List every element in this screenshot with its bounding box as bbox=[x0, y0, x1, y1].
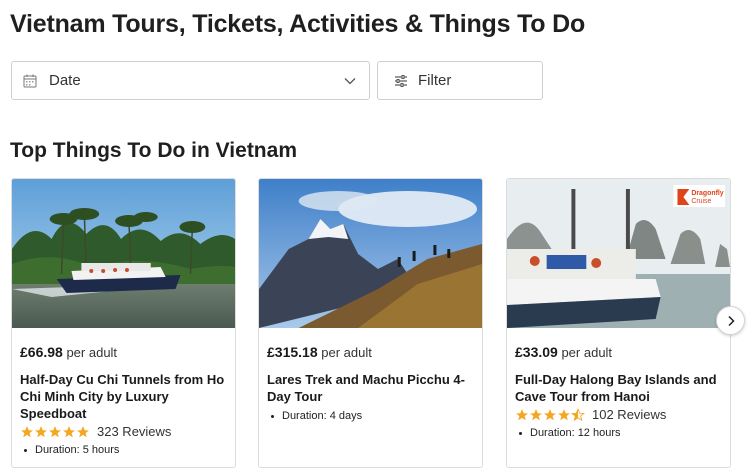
price-row: £33.09 per adult bbox=[515, 344, 722, 360]
duration-text: Duration: 4 days bbox=[282, 410, 363, 422]
rating-stars bbox=[20, 425, 90, 439]
tour-title[interactable]: Lares Trek and Machu Picchu 4-Day Tour bbox=[267, 371, 474, 405]
price-row: £66.98 per adult bbox=[20, 344, 227, 360]
bullet bbox=[271, 414, 274, 418]
duration-text: Duration: 12 hours bbox=[530, 427, 621, 439]
rating-stars bbox=[515, 407, 585, 422]
price-unit: per adult bbox=[321, 345, 372, 360]
star-icon bbox=[49, 425, 61, 437]
bullet bbox=[24, 448, 27, 452]
logo-text: Dragonfly bbox=[691, 190, 723, 197]
duration-row: Duration: 5 hours bbox=[20, 444, 227, 456]
review-count[interactable]: 323 Reviews bbox=[97, 424, 171, 439]
date-label: Date bbox=[49, 72, 81, 89]
chevron-right-icon bbox=[727, 315, 735, 326]
tour-image-cruise-boat: Dragonfly Cruise bbox=[507, 179, 730, 328]
half-star-icon bbox=[571, 407, 585, 421]
star-icon bbox=[544, 408, 556, 420]
price-amount: £315.18 bbox=[267, 344, 318, 360]
logo-text: Cruise bbox=[691, 198, 711, 205]
star-icon bbox=[558, 408, 570, 420]
star-icon bbox=[530, 408, 542, 420]
section-title: Top Things To Do in Vietnam bbox=[10, 139, 297, 162]
date-selector[interactable]: Date bbox=[11, 61, 370, 100]
star-icon bbox=[21, 425, 33, 437]
rating-row: 323 Reviews bbox=[20, 424, 227, 439]
tour-card-lares-trek[interactable]: £315.18 per adult Lares Trek and Machu P… bbox=[258, 178, 483, 468]
carousel-next-button[interactable] bbox=[716, 306, 745, 335]
tour-title[interactable]: Full-Day Halong Bay Islands and Cave Tou… bbox=[515, 371, 722, 405]
price-row: £315.18 per adult bbox=[267, 344, 474, 360]
star-icon bbox=[63, 425, 75, 437]
price-amount: £33.09 bbox=[515, 344, 558, 360]
bullet bbox=[519, 431, 522, 435]
sliders-icon bbox=[395, 74, 407, 87]
filter-button[interactable]: Filter bbox=[377, 61, 543, 100]
star-icon bbox=[35, 425, 47, 437]
price-unit: per adult bbox=[66, 345, 118, 360]
filter-label: Filter bbox=[418, 72, 452, 89]
chevron-down-icon bbox=[344, 78, 356, 85]
price-unit: per adult bbox=[561, 345, 613, 360]
page-title: Vietnam Tours, Tickets, Activities & Thi… bbox=[10, 10, 586, 38]
tour-image-mountains bbox=[259, 179, 482, 328]
review-count[interactable]: 102 Reviews bbox=[592, 407, 666, 422]
tour-title[interactable]: Half-Day Cu Chi Tunnels from Ho Chi Minh… bbox=[20, 371, 227, 422]
price-amount: £66.98 bbox=[20, 344, 63, 360]
rating-row: 102 Reviews bbox=[515, 407, 722, 422]
tour-card-halong-bay[interactable]: Dragonfly Cruise £33.09 per adult Full-D… bbox=[506, 178, 731, 468]
calendar-icon bbox=[23, 74, 37, 87]
tour-image-speedboat bbox=[12, 179, 235, 328]
tour-card-cu-chi[interactable]: £66.98 per adult Half-Day Cu Chi Tunnels… bbox=[11, 178, 236, 468]
duration-row: Duration: 4 days bbox=[267, 410, 474, 422]
star-icon bbox=[516, 408, 528, 420]
duration-text: Duration: 5 hours bbox=[35, 444, 120, 456]
duration-row: Duration: 12 hours bbox=[515, 427, 722, 439]
star-icon bbox=[77, 425, 89, 437]
